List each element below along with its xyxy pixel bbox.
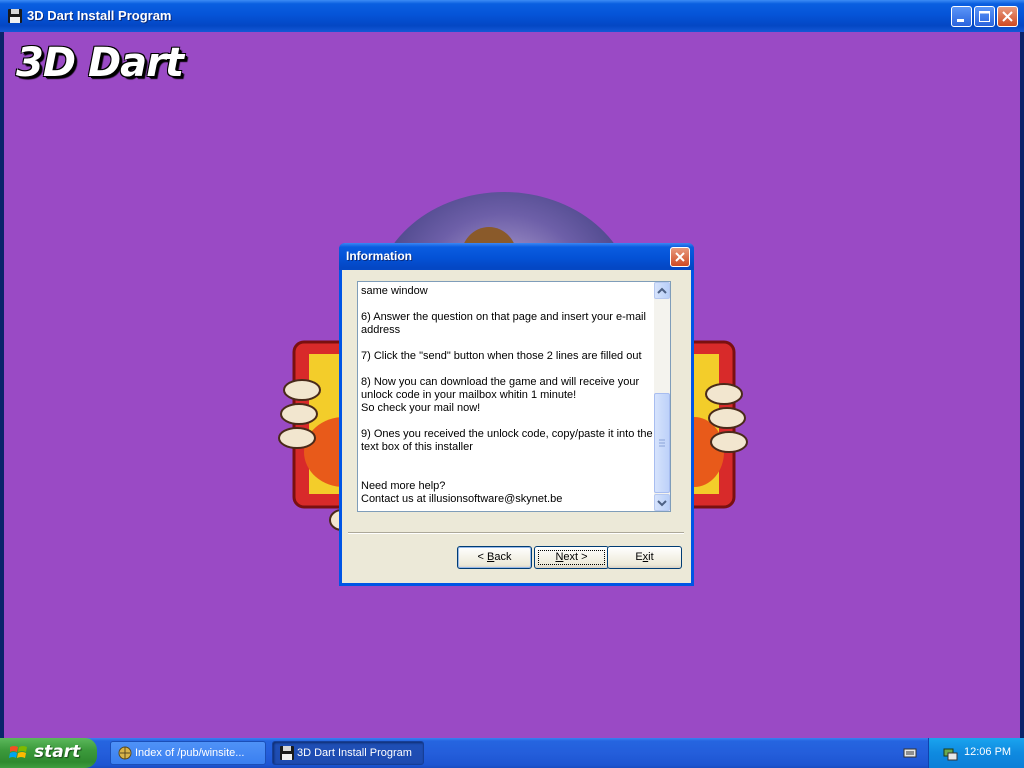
maximize-button[interactable] <box>974 6 995 27</box>
close-window-button[interactable] <box>997 6 1018 27</box>
exit-button[interactable]: Exit <box>607 546 682 569</box>
information-textbox[interactable]: same window 6) Answer the question on th… <box>357 281 671 512</box>
floppy-disk-icon <box>8 9 22 23</box>
taskbar: start Index of /pub/winsite... 3D Dart I… <box>0 738 1024 768</box>
scroll-down-button[interactable] <box>654 494 670 511</box>
keyboard-icon[interactable] <box>903 746 917 760</box>
installer-client-area: 3D Dart Information same window 6) Answe… <box>4 32 1020 738</box>
close-icon <box>1002 11 1013 22</box>
minimize-icon <box>957 19 964 22</box>
next-button[interactable]: Next > <box>534 546 609 569</box>
chevron-down-icon <box>657 500 667 507</box>
dialog-close-button[interactable] <box>670 247 690 267</box>
network-icon[interactable] <box>942 745 958 761</box>
chevron-up-icon <box>657 287 667 294</box>
dialog-title: Information <box>346 249 412 263</box>
dialog-divider <box>348 532 684 534</box>
scroll-thumb[interactable] <box>654 393 670 493</box>
taskbar-item-label: 3D Dart Install Program <box>297 747 412 759</box>
close-icon <box>675 252 685 262</box>
textbox-scrollbar[interactable] <box>654 282 670 511</box>
taskbar-item-installer[interactable]: 3D Dart Install Program <box>272 741 424 765</box>
scroll-up-button[interactable] <box>654 282 670 299</box>
window-titlebar[interactable]: 3D Dart Install Program <box>0 0 1024 32</box>
taskbar-item-label: Index of /pub/winsite... <box>135 747 245 759</box>
clock: 12:06 PM <box>964 746 1012 758</box>
taskbar-item-browser[interactable]: Index of /pub/winsite... <box>110 741 266 765</box>
installer-window: 3D Dart Install Program 3D Dart Informat… <box>0 0 1024 738</box>
grip-icon <box>659 439 665 447</box>
windows-logo-icon <box>9 746 27 758</box>
dialog-body: same window 6) Answer the question on th… <box>342 270 691 583</box>
information-text: same window 6) Answer the question on th… <box>361 285 653 505</box>
browser-icon <box>118 746 132 760</box>
installer-icon <box>280 746 294 760</box>
information-dialog: Information same window 6) Answer the qu… <box>339 243 694 586</box>
app-heading: 3D Dart <box>16 40 184 86</box>
dialog-titlebar[interactable]: Information <box>339 243 694 270</box>
maximize-icon <box>979 11 990 22</box>
start-label: start <box>34 742 81 762</box>
start-button[interactable]: start <box>0 738 97 768</box>
window-title: 3D Dart Install Program <box>27 8 172 23</box>
back-button[interactable]: < Back <box>457 546 532 569</box>
minimize-button[interactable] <box>951 6 972 27</box>
